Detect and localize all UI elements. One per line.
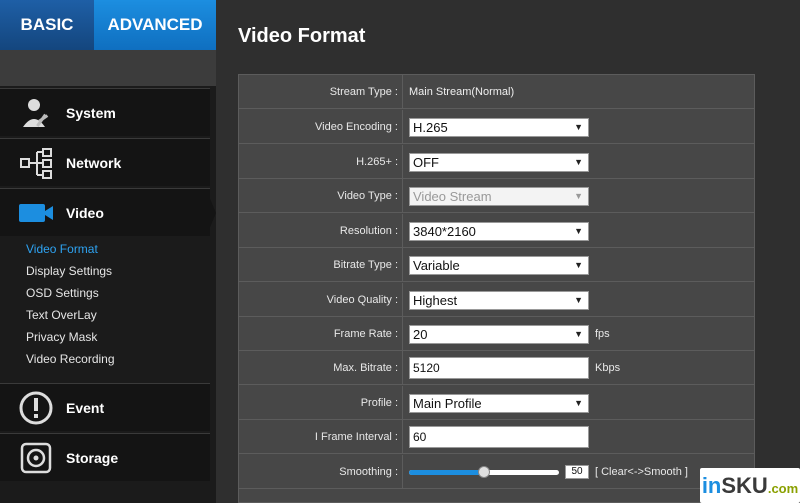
field-label: Bitrate Type : (239, 248, 403, 282)
select-value: Variable (413, 258, 460, 273)
submenu-osd-settings[interactable]: OSD Settings (26, 282, 210, 304)
page-title: Video Format (238, 25, 366, 47)
sidebar-item-network[interactable]: Network (0, 138, 210, 186)
max-bitrate-unit: Kbps (595, 362, 621, 374)
row-frame-rate: Frame Rate : 20 ▼ fps (239, 317, 754, 351)
field-label: Smoothing : (239, 455, 403, 489)
row-stream-type: Stream Type : Main Stream(Normal) (239, 75, 754, 109)
field-label: Video Encoding : (239, 110, 403, 144)
video-encoding-select[interactable]: H.265 ▼ (409, 118, 589, 137)
video-submenu: Video Format Display Settings OSD Settin… (0, 236, 210, 380)
dropdown-arrow-icon: ▼ (574, 398, 583, 408)
mode-tabs: BASIC ADVANCED (0, 0, 216, 60)
dropdown-arrow-icon: ▼ (574, 329, 583, 339)
frame-rate-unit: fps (595, 328, 610, 340)
tab-advanced[interactable]: ADVANCED (94, 0, 216, 60)
alert-icon (12, 388, 60, 428)
field-label: H.265+ : (239, 145, 403, 179)
field-label: Resolution : (239, 214, 403, 248)
slider-handle[interactable] (478, 466, 490, 478)
smoothing-value: 50 (565, 465, 589, 479)
sidebar: BASIC ADVANCED System Network Video Vide… (0, 0, 216, 503)
submenu-text-overlay[interactable]: Text OverLay (26, 304, 210, 326)
tab-basic[interactable]: BASIC (0, 0, 94, 50)
row-resolution: Resolution : 3840*2160 ▼ (239, 214, 754, 248)
select-value: 20 (413, 327, 428, 342)
dropdown-arrow-icon: ▼ (574, 191, 583, 201)
submenu-video-format[interactable]: Video Format (26, 238, 210, 260)
smoothing-slider[interactable] (409, 466, 559, 478)
submenu-display-settings[interactable]: Display Settings (26, 260, 210, 282)
select-value: Main Profile (413, 396, 482, 411)
disk-icon (12, 438, 60, 478)
submenu-privacy-mask[interactable]: Privacy Mask (26, 326, 210, 348)
sidebar-item-label: Event (66, 399, 105, 416)
stream-type-value: Main Stream(Normal) (409, 86, 515, 98)
select-value: Video Stream (413, 189, 492, 204)
dropdown-arrow-icon: ▼ (574, 122, 583, 132)
sidebar-divider (0, 50, 216, 86)
field-label: Frame Rate : (239, 317, 403, 351)
select-value: OFF (413, 155, 439, 170)
field-label: Max. Bitrate : (239, 351, 403, 385)
row-video-encoding: Video Encoding : H.265 ▼ (239, 110, 754, 144)
watermark-logo: in SKU .com (700, 468, 800, 503)
dropdown-arrow-icon: ▼ (574, 295, 583, 305)
sidebar-item-system[interactable]: System (0, 88, 210, 136)
row-profile: Profile : Main Profile ▼ (239, 386, 754, 420)
row-video-type: Video Type : Video Stream ▼ (239, 179, 754, 213)
active-indicator (206, 189, 216, 237)
sidebar-item-event[interactable]: Event (0, 383, 210, 431)
watermark-part: .com (767, 481, 799, 496)
smoothing-hint: [ Clear<->Smooth ] (595, 466, 688, 478)
field-label: Video Quality : (239, 283, 403, 317)
dropdown-arrow-icon: ▼ (574, 226, 583, 236)
profile-select[interactable]: Main Profile ▼ (409, 394, 589, 413)
select-value: Highest (413, 293, 458, 308)
bitrate-type-select[interactable]: Variable ▼ (409, 256, 589, 275)
slider-fill (409, 470, 484, 475)
resolution-select[interactable]: 3840*2160 ▼ (409, 222, 589, 241)
field-label: Video Type : (239, 179, 403, 213)
h265plus-select[interactable]: OFF ▼ (409, 153, 589, 172)
sidebar-item-label: Video (66, 204, 104, 221)
max-bitrate-input[interactable]: 5120 (409, 357, 589, 379)
row-max-bitrate: Max. Bitrate : 5120 Kbps (239, 351, 754, 385)
video-camera-icon (12, 193, 60, 233)
video-quality-select[interactable]: Highest ▼ (409, 291, 589, 310)
row-h265plus: H.265+ : OFF ▼ (239, 145, 754, 179)
dropdown-arrow-icon: ▼ (574, 157, 583, 167)
i-frame-interval-input[interactable]: 60 (409, 426, 589, 448)
user-tools-icon (12, 93, 60, 133)
watermark-part: SKU (721, 472, 768, 498)
sidebar-item-label: System (66, 104, 116, 121)
dropdown-arrow-icon: ▼ (574, 260, 583, 270)
select-value: H.265 (413, 120, 448, 135)
sidebar-item-label: Network (66, 154, 122, 171)
row-i-frame-interval: I Frame Interval : 60 (239, 420, 754, 454)
watermark-part: in (701, 472, 722, 498)
field-label: Stream Type : (239, 75, 403, 109)
field-label: Profile : (239, 386, 403, 420)
frame-rate-select[interactable]: 20 ▼ (409, 325, 589, 344)
sidebar-item-storage[interactable]: Storage (0, 433, 210, 481)
field-label: I Frame Interval : (239, 420, 403, 454)
video-type-select[interactable]: Video Stream ▼ (409, 187, 589, 206)
network-tree-icon (12, 143, 60, 183)
row-video-quality: Video Quality : Highest ▼ (239, 283, 754, 317)
sidebar-item-video[interactable]: Video (0, 188, 216, 237)
row-smoothing: Smoothing : 50 [ Clear<->Smooth ] (239, 455, 754, 489)
select-value: 3840*2160 (413, 224, 476, 239)
video-format-form: Stream Type : Main Stream(Normal) Video … (238, 74, 755, 503)
row-bitrate-type: Bitrate Type : Variable ▼ (239, 248, 754, 282)
submenu-video-recording[interactable]: Video Recording (26, 348, 210, 370)
sidebar-item-label: Storage (66, 449, 119, 466)
